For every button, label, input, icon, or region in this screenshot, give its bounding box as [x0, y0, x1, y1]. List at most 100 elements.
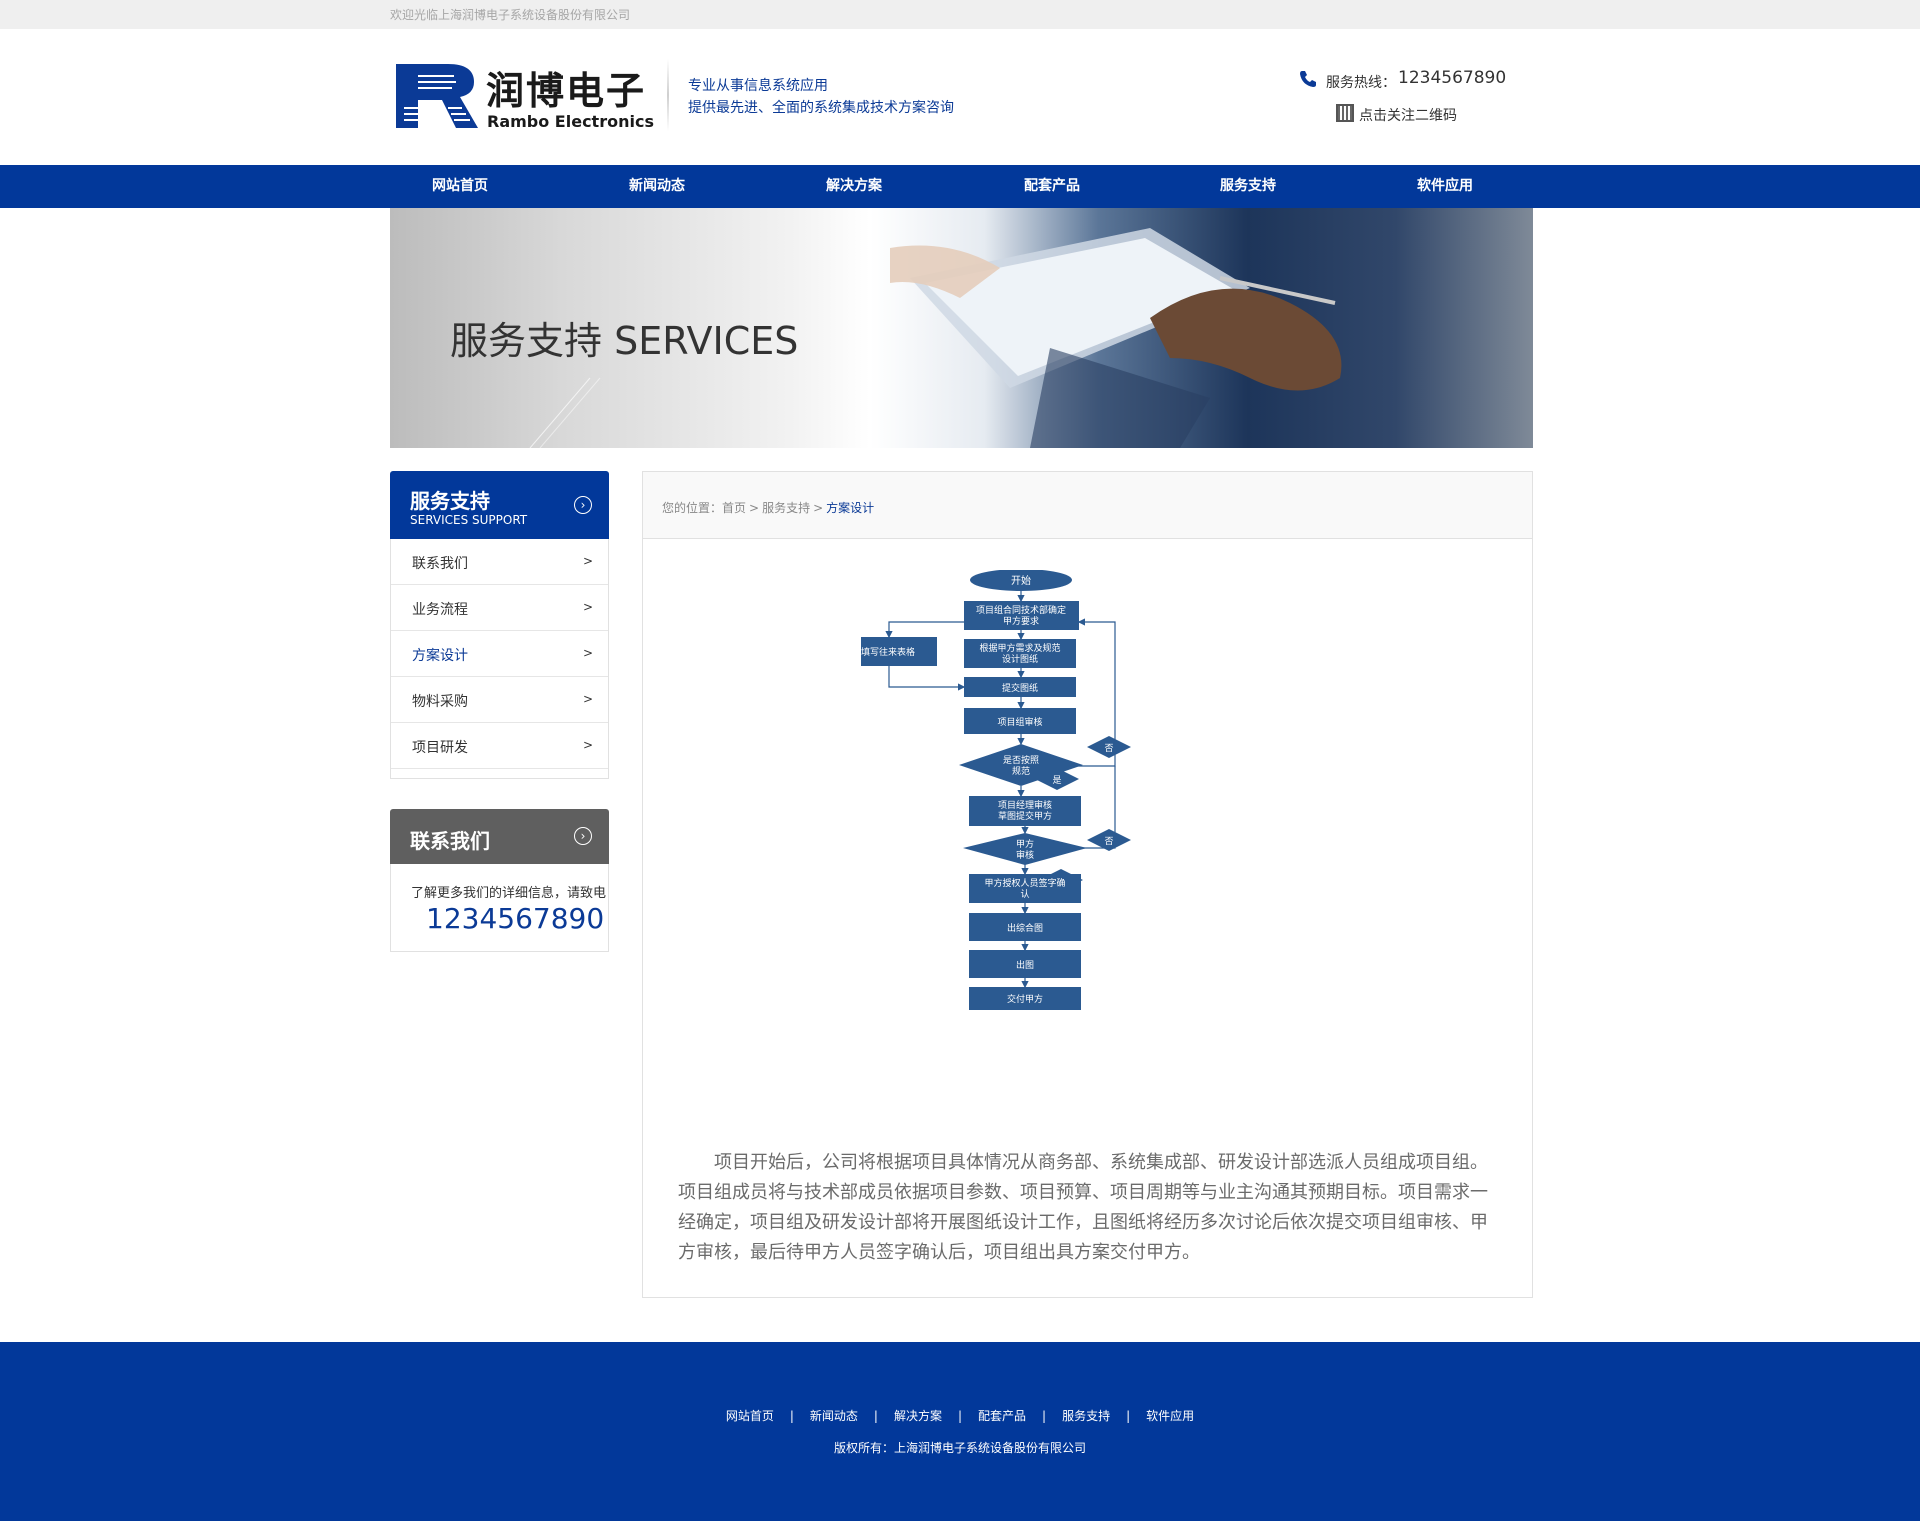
footer-separator: | — [1126, 1409, 1131, 1423]
footer-nav: 网站首页 | 新闻动态 | 解决方案 | 配套产品 | 服务支持 | 软件应用 — [0, 1407, 1920, 1424]
flow-decision-1-line-1: 是否按照 — [1003, 754, 1039, 766]
logo-english-name: Rambo Electronics — [487, 112, 654, 131]
chevron-right-icon: > — [583, 692, 594, 706]
flow-yes-1-label: 是 — [1052, 775, 1061, 786]
sidebar-subtitle: SERVICES SUPPORT — [410, 513, 528, 527]
slogan-line-2: 提供最先进、全面的系统集成技术方案咨询 — [688, 100, 954, 116]
circle-arrow-icon: › — [574, 496, 592, 514]
logo-chinese-name: 润博电子 — [486, 69, 647, 113]
sidebar-item-label: 项目研发 — [412, 740, 468, 756]
sidebar-item-contact[interactable]: 联系我们 > — [391, 539, 608, 585]
contact-body: 了解更多我们的详细信息，请致电 1234567890 — [390, 864, 609, 952]
contact-phone-number: 1234567890 — [426, 902, 605, 935]
flow-step-3-label: 提交图纸 — [1002, 682, 1038, 694]
flow-no-1-label: 否 — [1104, 743, 1113, 754]
chevron-right-icon: > — [583, 600, 594, 614]
breadcrumb: 您的位置：首页 > 服务支持 > 方案设计 — [662, 499, 874, 516]
nav-item-news[interactable]: 新闻动态 — [587, 165, 727, 208]
flow-side-box-label: 填写往来表格 — [861, 646, 915, 658]
flow-step-5-line-1: 项目经理审核 — [998, 799, 1052, 811]
header-divider — [667, 59, 669, 131]
footer-separator: | — [1042, 1409, 1047, 1423]
footer-separator: | — [873, 1409, 878, 1423]
flowchart-canvas: 开始 项目组合同技术部确定 甲方要求 填写往来表格 根据甲方需求及规范 设计图纸… — [861, 570, 1131, 1010]
site-footer: 网站首页 | 新闻动态 | 解决方案 | 配套产品 | 服务支持 | 软件应用 版权所有：上海润博电… — [0, 1342, 1920, 1521]
site-header: 润博电子 Rambo Electronics 专业从事信息系统应用 提供最先进、… — [0, 29, 1920, 165]
footer-link-software[interactable]: 软件应用 — [1146, 1409, 1194, 1423]
breadcrumb-current: 方案设计 — [826, 501, 875, 515]
sidebar-item-business-process[interactable]: 业务流程 > — [391, 585, 608, 631]
main-content: 您的位置：首页 > 服务支持 > 方案设计 开始 项目组合同技术部确定 甲方要求… — [642, 471, 1533, 1298]
breadcrumb-bar: 您的位置：首页 > 服务支持 > 方案设计 — [643, 472, 1532, 539]
contact-header: 联系我们 › — [390, 809, 609, 864]
footer-link-services[interactable]: 服务支持 — [1062, 1409, 1110, 1423]
slogan: 专业从事信息系统应用 提供最先进、全面的系统集成技术方案咨询 — [688, 75, 954, 119]
page-banner: 服务支持 SERVICES — [390, 208, 1533, 448]
logo-mark-icon — [396, 64, 478, 128]
nav-item-solutions[interactable]: 解决方案 — [784, 165, 924, 208]
flow-step-4-label: 项目组审核 — [997, 716, 1042, 728]
breadcrumb-home[interactable]: 首页 — [722, 501, 746, 515]
hotline-number: 1234567890 — [1398, 68, 1507, 88]
copyright-text: 版权所有：上海润博电子系统设备股份有限公司 — [833, 1441, 1086, 1455]
sidebar-item-procurement[interactable]: 物料采购 > — [391, 677, 608, 723]
article-paragraph: 项目开始后，公司将根据项目具体情况从商务部、系统集成部、研发设计部选派人员组成项… — [678, 1152, 1488, 1263]
process-flowchart: 开始 项目组合同技术部确定 甲方要求 填写往来表格 根据甲方需求及规范 设计图纸… — [861, 570, 1201, 1010]
sidebar-title: 服务支持 — [410, 489, 490, 513]
flow-decision-2-line-2: 审核 — [1016, 849, 1034, 861]
phone-icon — [1300, 71, 1316, 87]
flow-step-6-line-1: 甲方授权人员签字确 — [984, 877, 1065, 889]
nav-item-home[interactable]: 网站首页 — [390, 165, 530, 208]
flow-step-5-line-2: 草图提交甲方 — [998, 810, 1052, 822]
flow-step-1-line-2: 甲方要求 — [1003, 615, 1039, 627]
sidebar-item-label: 联系我们 — [412, 556, 468, 572]
flow-no-2-label: 否 — [1104, 836, 1113, 847]
footer-separator: | — [957, 1409, 963, 1423]
flow-step-7-label: 出综合图 — [1007, 922, 1043, 934]
sidebar-item-label: 方案设计 — [412, 648, 468, 664]
breadcrumb-separator: > — [813, 501, 824, 515]
chevron-right-icon: > — [583, 738, 594, 752]
breadcrumb-separator: > — [749, 501, 760, 515]
top-bar: 欢迎光临上海润博电子系统设备股份有限公司 — [0, 0, 1920, 29]
sidebar-item-solution-design[interactable]: 方案设计 > — [391, 631, 608, 677]
flow-step-8-label: 出图 — [1016, 959, 1034, 971]
site-logo[interactable]: 润博电子 Rambo Electronics — [396, 64, 654, 134]
footer-link-products[interactable]: 配套产品 — [978, 1409, 1026, 1423]
contact-box: 联系我们 › 了解更多我们的详细信息，请致电 1234567890 — [390, 809, 609, 952]
footer-link-news[interactable]: 新闻动态 — [810, 1409, 858, 1423]
breadcrumb-prefix: 您的位置： — [662, 501, 723, 515]
sidebar-item-rnd[interactable]: 项目研发 > — [391, 723, 608, 769]
footer-link-home[interactable]: 网站首页 — [726, 1409, 774, 1423]
breadcrumb-section[interactable]: 服务支持 — [762, 501, 810, 515]
flow-decision-1-line-2: 规范 — [1012, 765, 1030, 777]
flow-step-2-line-1: 根据甲方需求及规范 — [979, 642, 1060, 654]
flow-start-label: 开始 — [1011, 574, 1031, 587]
chevron-right-icon: > — [583, 554, 594, 568]
flow-step-1-line-1: 项目组合同技术部确定 — [976, 604, 1066, 616]
flow-step-2-line-2: 设计图纸 — [1002, 653, 1038, 665]
main-nav: 网站首页 新闻动态 解决方案 配套产品 服务支持 软件应用 — [0, 165, 1920, 208]
circle-arrow-icon: › — [574, 827, 592, 845]
flow-decision-2-line-1: 甲方 — [1016, 838, 1034, 850]
slogan-line-1: 专业从事信息系统应用 — [688, 78, 828, 94]
banner-title: 服务支持 SERVICES — [450, 319, 799, 363]
hotline-label: 服务热线： — [1326, 75, 1396, 91]
contact-description: 了解更多我们的详细信息，请致电 — [411, 886, 607, 901]
nav-item-software[interactable]: 软件应用 — [1375, 165, 1515, 208]
nav-item-services[interactable]: 服务支持 — [1178, 165, 1318, 208]
chevron-right-icon: > — [583, 646, 594, 660]
sidebar-item-label: 业务流程 — [412, 602, 468, 618]
sidebar-menu: 联系我们 > 业务流程 > 方案设计 > 物料采购 > 项目研发 > — [390, 539, 609, 779]
welcome-text: 欢迎光临上海润博电子系统设备股份有限公司 — [390, 8, 631, 22]
footer-link-solutions[interactable]: 解决方案 — [894, 1409, 942, 1423]
flow-step-9-label: 交付甲方 — [1007, 993, 1043, 1005]
qr-code-label: 点击关注二维码 — [1359, 108, 1457, 124]
contact-title: 联系我们 — [410, 829, 490, 853]
sidebar-item-label: 物料采购 — [412, 694, 468, 710]
qr-code-icon — [1336, 104, 1354, 122]
nav-item-products[interactable]: 配套产品 — [982, 165, 1122, 208]
flow-step-6-line-2: 认 — [1020, 888, 1029, 900]
sidebar-header: 服务支持 SERVICES SUPPORT › — [390, 471, 609, 539]
footer-separator: | — [789, 1409, 794, 1423]
